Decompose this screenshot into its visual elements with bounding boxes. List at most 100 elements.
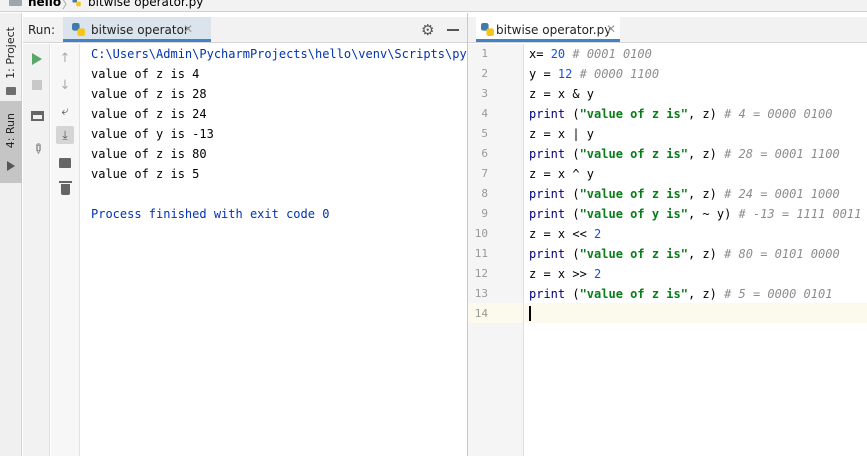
play-icon — [32, 53, 42, 65]
stop-icon — [32, 80, 42, 90]
project-tool-tab[interactable]: 1: Project — [0, 23, 22, 101]
minimize-icon[interactable] — [447, 29, 459, 31]
code-function: print — [529, 287, 566, 301]
code-function: print — [529, 187, 566, 201]
arrow-up-icon: ↑ — [59, 50, 71, 66]
up-button[interactable]: ↑ — [56, 49, 74, 67]
console-toolbar: ↑ ↓ ⤶ ⤓ — [51, 44, 80, 456]
line-number: 3 — [481, 87, 488, 100]
gear-icon[interactable]: ⚙ — [421, 21, 434, 39]
code-text: ( — [565, 247, 580, 261]
code-line: print ("value of z is", z) # 24 = 0001 1… — [529, 184, 840, 204]
console-output[interactable]: C:\Users\Admin\PycharmProjects\hello\ven… — [81, 44, 467, 456]
code-text: z = x ^ y — [529, 167, 595, 181]
code-text: y = — [529, 67, 558, 81]
code-line: print ("value of z is", z) # 80 = 0101 0… — [529, 244, 840, 264]
line-number: 7 — [481, 167, 488, 180]
code-comment: # 28 = 0001 1100 — [716, 147, 840, 161]
code-string: "value of z is" — [579, 247, 688, 261]
code-text: ( — [565, 107, 580, 121]
line-number: 5 — [481, 127, 488, 140]
folder-icon — [9, 0, 22, 6]
code-text: , z) — [687, 247, 717, 261]
trash-icon — [58, 180, 72, 195]
down-button[interactable]: ↓ — [56, 76, 74, 94]
code-line: z = x << 2 — [529, 224, 601, 244]
code-line: print ("value of z is", z) # 4 = 0000 01… — [529, 104, 832, 124]
restore-layout-button[interactable] — [28, 107, 46, 125]
code-function: print — [529, 107, 566, 121]
code-number: 2 — [594, 227, 602, 241]
code-number: 20 — [550, 47, 566, 61]
line-number: 11 — [474, 247, 488, 260]
code-text: ( — [565, 287, 580, 301]
code-line: z = x >> 2 — [529, 264, 601, 284]
folder-icon — [6, 87, 16, 95]
project-tab-label: 1: Project — [4, 27, 17, 79]
code-comment: # 0001 0100 — [565, 47, 652, 61]
code-function: print — [529, 207, 566, 221]
python-file-icon — [72, 0, 81, 7]
code-line: z = x ^ y — [529, 164, 594, 184]
pin-icon: ✎ — [27, 139, 47, 159]
run-tab-title: bitwise operator — [91, 23, 189, 37]
printer-icon — [59, 158, 71, 168]
code-comment: # 24 = 0001 1000 — [716, 187, 840, 201]
code-string: "value of z is" — [579, 107, 688, 121]
stop-button[interactable] — [28, 76, 46, 94]
console-line: value of z is 28 — [91, 87, 207, 101]
code-comment: # 80 = 0101 0000 — [716, 247, 840, 261]
editor-tab-bar: bitwise operator.py ✕ — [468, 17, 867, 43]
line-number: 1 — [481, 47, 488, 60]
scroll-end-icon: ⤓ — [62, 127, 68, 142]
line-number: 6 — [481, 147, 488, 160]
print-button[interactable] — [56, 154, 74, 172]
run-config-tab[interactable]: bitwise operator ✕ — [63, 17, 211, 42]
run-window-header: Run: bitwise operator ✕ ⚙ — [23, 17, 467, 43]
code-comment: # 4 = 0000 0100 — [716, 107, 833, 121]
left-tool-stripe: 1: Project 4: Run — [0, 13, 22, 456]
code-text: z = x << — [529, 227, 595, 241]
line-number-gutter[interactable]: 1 2 3 4 5 6 7 8 9 10 11 12 13 14 — [468, 44, 524, 456]
pin-tab-button[interactable]: ✎ — [28, 140, 46, 158]
scroll-to-end-button[interactable]: ⤓ — [56, 126, 74, 144]
code-text: z = x | y — [529, 127, 595, 141]
python-icon — [72, 23, 85, 36]
run-toolbar: ✎ — [23, 44, 50, 456]
rerun-button[interactable] — [28, 50, 46, 68]
code-number: 2 — [594, 267, 602, 281]
soft-wrap-button[interactable]: ⤶ — [56, 102, 74, 120]
code-line: z = x & y — [529, 84, 594, 104]
navigation-bar: hello 〉 bitwise operator.py — [0, 0, 867, 12]
breadcrumb-project[interactable]: hello — [28, 0, 61, 9]
code-editor[interactable]: x= 20 # 0001 0100 y = 12 # 0000 1100 z = x… — [525, 44, 867, 456]
code-comment: # 0000 1100 — [572, 67, 660, 81]
code-string: "value of y is" — [579, 207, 688, 221]
code-line: y = 12 # 0000 1100 — [529, 64, 659, 84]
line-number: 13 — [474, 287, 488, 300]
editor-tab-title: bitwise operator.py — [496, 23, 612, 37]
code-text: , z) — [687, 147, 717, 161]
code-number: 12 — [557, 67, 573, 81]
code-text: ( — [565, 207, 580, 221]
python-icon — [481, 23, 494, 36]
console-line: value of y is -13 — [91, 127, 214, 141]
code-function: print — [529, 247, 566, 261]
code-string: "value of z is" — [579, 187, 688, 201]
code-text: , ~ y) — [687, 207, 732, 221]
current-line-highlight — [525, 303, 867, 323]
code-text: , z) — [687, 187, 717, 201]
line-number: 9 — [481, 207, 488, 220]
close-icon[interactable]: ✕ — [183, 22, 193, 36]
console-line: value of z is 5 — [91, 167, 200, 181]
clear-all-button[interactable] — [56, 180, 74, 198]
code-line: print ("value of z is", z) # 5 = 0000 01… — [529, 284, 832, 304]
breadcrumb-file[interactable]: bitwise operator.py — [88, 0, 203, 9]
editor-file-tab[interactable]: bitwise operator.py ✕ — [476, 17, 620, 42]
code-line: x= 20 # 0001 0100 — [529, 44, 652, 64]
close-icon[interactable]: ✕ — [606, 22, 616, 36]
code-line: print ("value of y is", ~ y) # -13 = 111… — [529, 204, 861, 224]
console-command-line: C:\Users\Admin\PycharmProjects\hello\ven… — [91, 47, 467, 61]
run-tool-tab[interactable]: 4: Run — [0, 101, 22, 183]
code-text: ( — [565, 187, 580, 201]
